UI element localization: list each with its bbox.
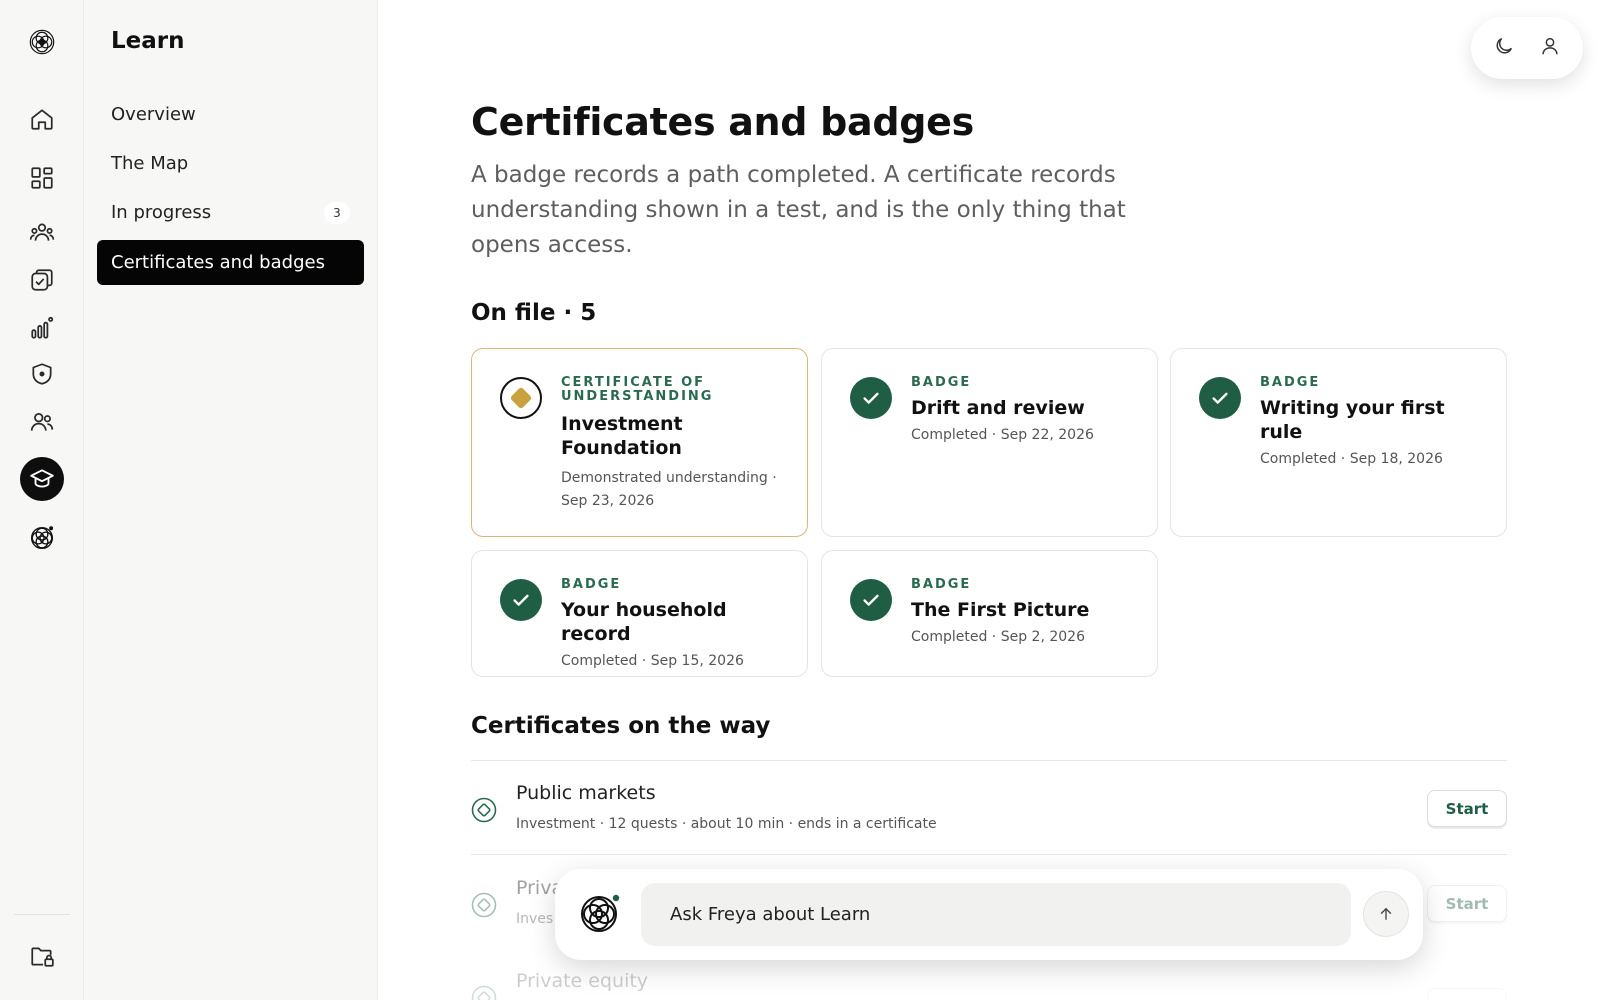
count-badge: 3 [324, 201, 350, 224]
freya-icon[interactable] [20, 516, 64, 560]
card-meta: Completed · Sep 18, 2026 [1260, 451, 1443, 467]
card-kind: BADGE [561, 577, 622, 592]
list-divider [471, 760, 1507, 761]
sidebar-item-overview[interactable]: Overview [97, 92, 364, 137]
row-title: Public markets [516, 782, 656, 804]
badge-card[interactable]: BADGE Writing your first rule Completed … [1170, 348, 1507, 537]
sidebar-item-label: Overview [111, 104, 196, 125]
start-button[interactable]: Start [1427, 988, 1507, 1000]
card-name: Writing your first rule [1260, 397, 1445, 443]
check-icon [500, 579, 542, 621]
user-icon[interactable] [1539, 35, 1561, 61]
card-name: Your household record [561, 599, 727, 645]
row-meta: Investment · 12 quests · about 10 min · … [516, 816, 937, 832]
list-item[interactable]: Private equity Start [471, 970, 1507, 1000]
sidebar-item-label: The Map [111, 153, 189, 174]
certificate-diamond-icon [471, 985, 497, 1000]
ask-freya-bar [555, 869, 1423, 960]
badge-card[interactable]: BADGE Your household record Completed · … [471, 550, 808, 677]
home-icon[interactable] [20, 97, 64, 141]
sidebar-title: Learn [111, 28, 185, 54]
badge-card[interactable]: BADGE The First Picture Completed · Sep … [821, 550, 1158, 677]
people-group-icon[interactable] [20, 210, 64, 254]
card-kind: BADGE [911, 577, 972, 592]
sidebar-item-certificates-and-badges[interactable]: Certificates and badges [97, 240, 364, 285]
moon-icon[interactable] [1493, 35, 1515, 61]
certificate-diamond-icon [471, 797, 497, 823]
arrow-up-icon [1380, 908, 1392, 920]
tasks-check-icon[interactable] [20, 258, 64, 302]
start-button[interactable]: Start [1427, 790, 1507, 827]
list-divider [471, 854, 1507, 855]
on-file-heading: On file · 5 [471, 300, 597, 326]
send-button[interactable] [1363, 891, 1409, 937]
ask-freya-input[interactable] [641, 883, 1351, 946]
card-meta: Completed · Sep 15, 2026 [561, 653, 744, 669]
on-the-way-heading: Certificates on the way [471, 713, 771, 739]
folder-lock-icon[interactable] [20, 934, 64, 978]
certificate-diamond-icon [471, 892, 497, 918]
sidebar-item-label: In progress [111, 202, 212, 223]
badge-card[interactable]: BADGE Drift and review Completed · Sep 2… [821, 348, 1158, 537]
card-meta: Demonstrated understanding · Sep 23, 202… [561, 470, 777, 509]
check-icon [850, 579, 892, 621]
sidebar-item-the-map[interactable]: The Map [97, 141, 364, 186]
sidebar-item-label: Certificates and badges [111, 252, 325, 273]
certificate-medal-icon [500, 377, 542, 419]
rail-divider [14, 914, 70, 915]
shield-icon[interactable] [20, 352, 64, 396]
card-kind: BADGE [911, 375, 972, 390]
row-meta: Inves [516, 911, 554, 927]
freya-logo-icon[interactable] [20, 20, 64, 64]
freya-icon [579, 893, 623, 937]
card-name: Investment Foundation [561, 413, 683, 459]
card-kind: CERTIFICATE OF UNDERSTANDING [561, 375, 714, 404]
learn-sidebar: Learn Overview The Map In progress 3 Cer… [84, 0, 378, 1000]
card-name: Drift and review [911, 397, 1085, 419]
row-title: Private equity [516, 970, 649, 992]
top-controls [1471, 17, 1583, 79]
check-icon [1199, 377, 1241, 419]
card-kind: BADGE [1260, 375, 1321, 390]
start-button[interactable]: Start [1427, 885, 1507, 922]
app-rail [0, 0, 84, 1000]
users-icon[interactable] [20, 400, 64, 444]
sidebar-item-in-progress[interactable]: In progress 3 [97, 190, 364, 235]
card-meta: Completed · Sep 22, 2026 [911, 427, 1094, 443]
page-description: A badge records a path completed. A cert… [471, 162, 1126, 258]
certificate-card[interactable]: CERTIFICATE OF UNDERSTANDING Investment … [471, 348, 808, 537]
bar-chart-icon[interactable] [20, 306, 64, 350]
graduation-cap-icon[interactable] [20, 457, 64, 501]
card-meta: Completed · Sep 2, 2026 [911, 629, 1085, 645]
page-title: Certificates and badges [471, 100, 974, 144]
list-item[interactable]: Public markets Investment · 12 quests · … [471, 782, 1507, 852]
check-icon [850, 377, 892, 419]
dashboard-icon[interactable] [20, 156, 64, 200]
card-name: The First Picture [911, 599, 1090, 621]
